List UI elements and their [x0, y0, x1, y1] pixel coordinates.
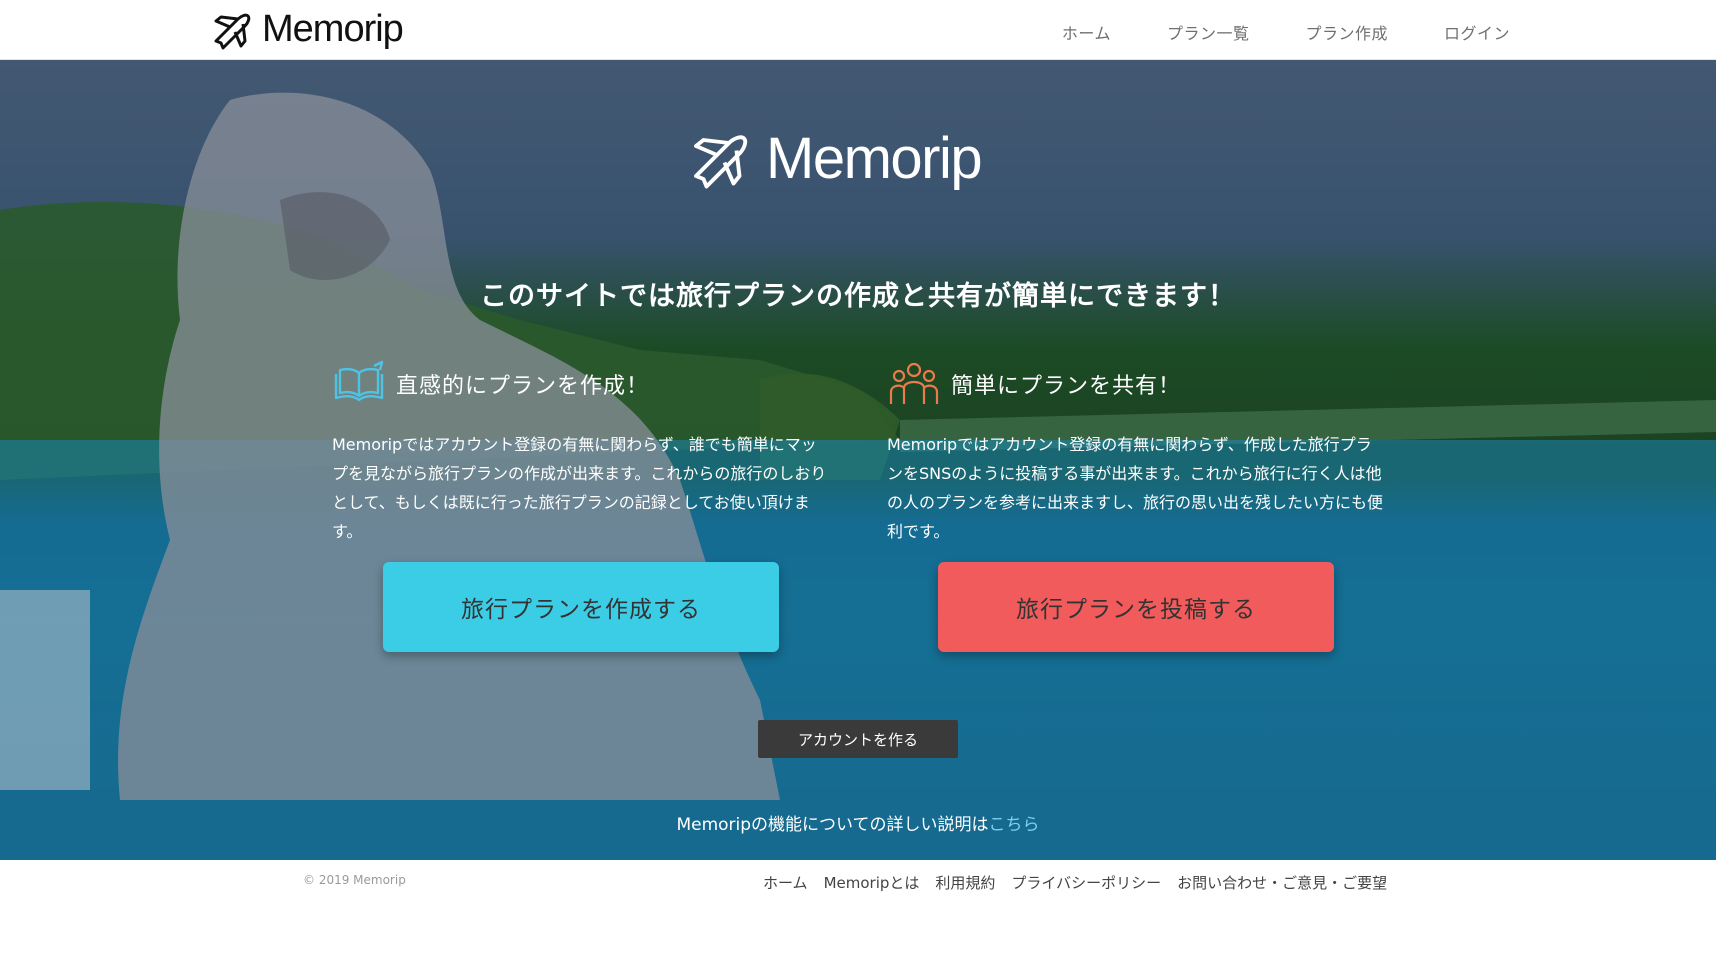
create-account-button[interactable]: アカウントを作る [758, 720, 958, 758]
feature-details-link[interactable]: こちら [989, 815, 1040, 835]
hero-section: Memorip このサイトでは旅行プランの作成と共有が簡単にできます！ 直感的に… [0, 60, 1716, 860]
nav-plan-create[interactable]: プラン作成 [1305, 20, 1388, 44]
footer-link-home[interactable]: ホーム [763, 872, 808, 893]
top-navbar: Memorip ホーム プラン一覧 プラン作成 ログイン [0, 0, 1716, 60]
hero-logo: Memorip [684, 122, 983, 194]
feature-details-line: Memoripの機能についての詳しい説明はこちら [0, 810, 1716, 835]
airplane-icon [214, 13, 251, 50]
feature-create-description: Memoripではアカウント登録の有無に関わらず、誰でも簡単にマップを見ながら旅… [332, 435, 827, 541]
feature-share: 簡単にプランを共有！ Memoripではアカウント登録の有無に関わらず、作成した… [887, 360, 1387, 546]
nav-plan-list[interactable]: プラン一覧 [1167, 20, 1250, 44]
copyright: © 2019 Memorip [303, 873, 406, 887]
feature-create: 直感的にプランを作成！ Memoripではアカウント登録の有無に関わらず、誰でも… [332, 360, 832, 546]
footer-nav: ホーム Memoripとは 利用規約 プライバシーポリシー お問い合わせ・ご意見… [763, 872, 1387, 893]
nav-home[interactable]: ホーム [1062, 20, 1111, 44]
footer-link-contact[interactable]: お問い合わせ・ご意見・ご要望 [1177, 872, 1387, 893]
footer-link-terms[interactable]: 利用規約 [935, 872, 995, 893]
feature-create-title: 直感的にプランを作成！ [396, 374, 650, 399]
hero-logo-text: Memorip [766, 125, 983, 191]
brand-name: Memorip [262, 7, 404, 50]
hero-content: Memorip このサイトでは旅行プランの作成と共有が簡単にできます！ 直感的に… [0, 60, 1716, 860]
footer: © 2019 Memorip ホーム Memoripとは 利用規約 プライバシー… [0, 860, 1716, 960]
nav-login[interactable]: ログイン [1444, 20, 1510, 44]
feature-create-header: 直感的にプランを作成！ [332, 360, 832, 408]
hero-tagline: このサイトでは旅行プランの作成と共有が簡単にできます！ [480, 281, 1236, 312]
feature-share-header: 簡単にプランを共有！ [887, 360, 1387, 408]
footer-link-privacy[interactable]: プライバシーポリシー [1011, 872, 1161, 893]
feature-share-description: Memoripではアカウント登録の有無に関わらず、作成した旅行プランをSNSのよ… [887, 435, 1384, 541]
open-book-icon [334, 360, 384, 402]
main-nav: ホーム プラン一覧 プラン作成 ログイン [1062, 0, 1510, 64]
feature-details-text: Memoripの機能についての詳しい説明は [676, 815, 989, 835]
people-group-icon [889, 362, 939, 404]
footer-link-about[interactable]: Memoripとは [824, 872, 920, 893]
brand-logo[interactable]: Memorip [208, 4, 404, 54]
create-plan-button[interactable]: 旅行プランを作成する [383, 562, 779, 652]
post-plan-button[interactable]: 旅行プランを投稿する [938, 562, 1334, 652]
airplane-icon [694, 135, 748, 189]
feature-share-title: 簡単にプランを共有！ [951, 374, 1182, 399]
